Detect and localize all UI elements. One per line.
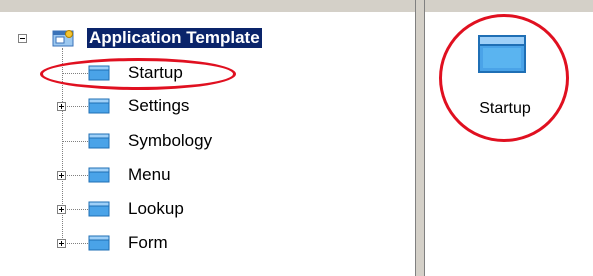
form-expand-toggle[interactable] [57,239,66,248]
folder-icon [88,167,110,183]
folder-icon [88,235,110,251]
lookup-expand-toggle[interactable] [57,205,66,214]
folder-icon [88,133,110,149]
tree-connector [67,209,88,210]
root-collapse-toggle[interactable] [18,34,27,43]
menu-expand-toggle[interactable] [57,171,66,180]
tree-item-lookup[interactable]: Lookup [128,199,184,219]
tree-connector [67,106,88,107]
tree-item-menu[interactable]: Menu [128,165,171,185]
tree-item-form[interactable]: Form [128,233,168,253]
tree-connector [62,141,88,142]
tree-item-symbology[interactable]: Symbology [128,131,212,151]
highlight-ellipse [439,14,569,142]
tree-connector [67,175,88,176]
tree-view[interactable]: Application Template Startup Settings Sy… [0,12,415,276]
tree-item-settings[interactable]: Settings [128,96,189,116]
folder-icon [88,201,110,217]
list-view[interactable]: Startup [425,12,593,276]
highlight-ellipse [40,58,236,90]
folder-icon [88,98,110,114]
panel-splitter[interactable] [415,0,425,276]
tree-connector [67,243,88,244]
settings-expand-toggle[interactable] [57,102,66,111]
tree-root-label[interactable]: Application Template [87,28,262,48]
app-template-icon [52,29,74,47]
